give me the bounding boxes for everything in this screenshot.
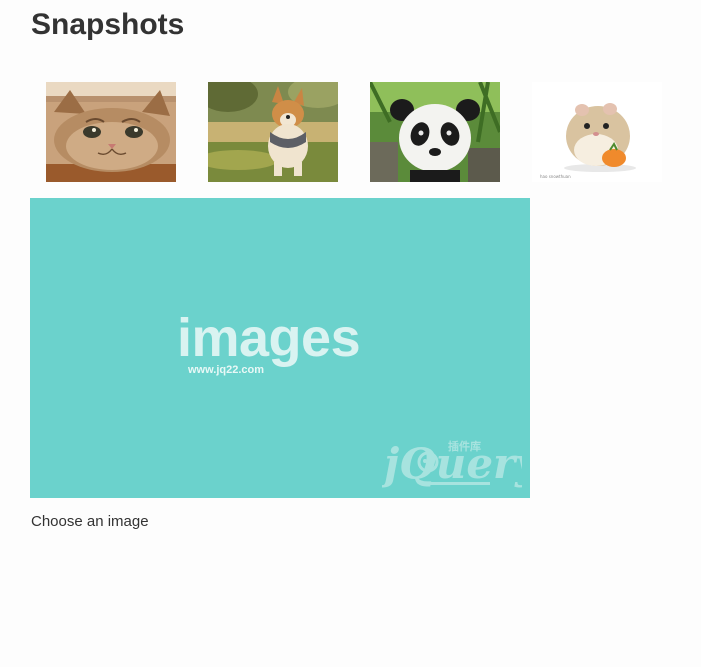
thumbnail-hamster[interactable]: hao snowthuan bbox=[532, 82, 662, 182]
image-preview: images www.jq22.com jQuery 插件库 bbox=[30, 198, 530, 498]
jquery-logo-icon: jQuery 插件库 bbox=[382, 439, 522, 488]
preview-placeholder-text: images bbox=[177, 308, 361, 368]
cat-image bbox=[46, 82, 176, 182]
thumbnail-panda[interactable] bbox=[370, 82, 500, 182]
hamster-watermark: hao snowthuan bbox=[540, 174, 571, 179]
preview-site-text: www.jq22.com bbox=[188, 364, 265, 376]
thumbnail-corgi[interactable] bbox=[208, 82, 338, 182]
page-title: Snapshots bbox=[31, 8, 185, 41]
corgi-image bbox=[208, 82, 338, 182]
page: Snapshots hao snowthuan images www.jq22.… bbox=[0, 0, 701, 667]
thumbnail-cat[interactable] bbox=[46, 82, 176, 182]
image-caption: Choose an image bbox=[31, 513, 149, 530]
panda-image bbox=[370, 82, 500, 182]
jquery-logo-cn: 插件库 bbox=[448, 439, 481, 453]
hamster-image: hao snowthuan bbox=[532, 82, 662, 182]
thumbnail-strip: hao snowthuan bbox=[46, 82, 662, 182]
